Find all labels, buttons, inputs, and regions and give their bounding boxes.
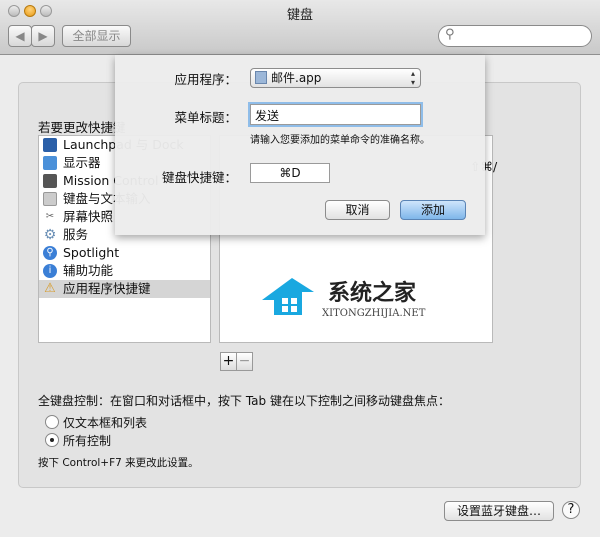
shortcut-label: 键盘快捷键： bbox=[161, 170, 237, 185]
hint-text: 请输入您要添加的菜单命令的准确名称。 bbox=[250, 135, 430, 146]
svg-text:系统之家: 系统之家 bbox=[328, 280, 417, 306]
screenshot-icon: ✂ bbox=[45, 211, 55, 222]
display-icon bbox=[43, 156, 57, 170]
help-button[interactable]: ? bbox=[562, 501, 580, 519]
mission-control-icon bbox=[43, 174, 57, 188]
full-keyboard-access-label: 全键盘控制：在窗口和对话框中，按下 Tab 键在以下控制之间移动键盘焦点： bbox=[38, 394, 450, 408]
instruction-label: 若要更改快捷键 bbox=[38, 120, 126, 135]
show-all-button[interactable]: 全部显示 bbox=[62, 25, 131, 47]
application-popup[interactable]: 邮件.app ▴ ▾ bbox=[250, 68, 421, 88]
note-text: 按下 Control+F7 来更改此设置。 bbox=[38, 457, 199, 469]
launchpad-icon bbox=[43, 138, 57, 152]
category-spotlight[interactable]: ⚲ Spotlight bbox=[39, 244, 210, 262]
back-button[interactable]: ◀ bbox=[8, 25, 32, 47]
watermark-logo: 系统之家 XITONGZHIJIA.NET bbox=[262, 270, 452, 333]
shortcut-input[interactable]: ⌘D bbox=[250, 163, 330, 183]
popup-arrows-icon: ▴ ▾ bbox=[410, 69, 415, 87]
search-input[interactable]: ⚲ bbox=[438, 25, 592, 47]
svg-text:XITONGZHIJIA.NET: XITONGZHIJIA.NET bbox=[322, 308, 426, 319]
setup-bluetooth-keyboard-button[interactable]: 设置蓝牙键盘… bbox=[444, 501, 554, 521]
house-logo-icon: 系统之家 XITONGZHIJIA.NET bbox=[262, 278, 426, 319]
window-title: 键盘 bbox=[286, 8, 313, 23]
add-shortcut-sheet: 应用程序： 邮件.app ▴ ▾ 菜单标题： 发送 请输入您要添加的菜单命令的准确… bbox=[115, 55, 485, 235]
search-icon: ⚲ bbox=[445, 27, 455, 42]
category-accessibility[interactable]: i 辅助功能 bbox=[39, 262, 210, 280]
radio-all-controls[interactable] bbox=[45, 433, 59, 447]
radio-label[interactable]: 仅文本框和列表 bbox=[63, 414, 147, 431]
mail-app-icon bbox=[255, 71, 267, 84]
spotlight-icon: ⚲ bbox=[43, 246, 57, 260]
toolbar: 键盘 ◀ ▶ 全部显示 ⚲ bbox=[0, 0, 600, 55]
accessibility-icon: i bbox=[43, 264, 57, 278]
category-app-shortcuts[interactable]: ⚠ 应用程序快捷键 bbox=[39, 280, 210, 298]
radio-text-boxes-lists[interactable] bbox=[45, 415, 59, 429]
keyboard-icon bbox=[43, 192, 57, 206]
gear-icon: ⚙ bbox=[43, 227, 57, 243]
radio-label[interactable]: 所有控制 bbox=[63, 432, 111, 449]
forward-button[interactable]: ▶ bbox=[31, 25, 55, 47]
menu-title-input[interactable]: 发送 bbox=[250, 104, 421, 125]
add-button[interactable]: 添加 bbox=[400, 200, 466, 220]
cancel-button[interactable]: 取消 bbox=[325, 200, 390, 220]
app-shortcuts-icon: ⚠ bbox=[44, 281, 56, 296]
menu-title-label: 菜单标题： bbox=[174, 110, 237, 125]
remove-shortcut-button[interactable]: − bbox=[236, 352, 253, 371]
add-shortcut-button[interactable]: + bbox=[220, 352, 237, 371]
app-label: 应用程序： bbox=[174, 72, 237, 87]
